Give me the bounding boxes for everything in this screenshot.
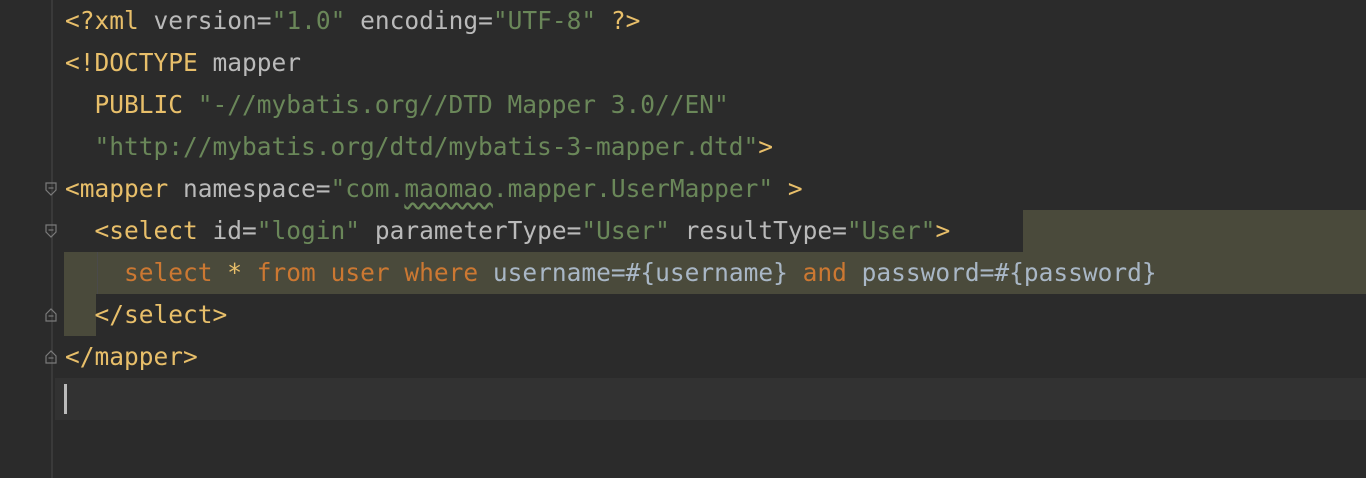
code-token: </select> <box>65 300 228 329</box>
code-token: > <box>935 216 951 245</box>
code-editor[interactable]: <?xml version="1.0" encoding="UTF-8" ?> <… <box>0 0 1366 478</box>
code-line-text: PUBLIC "-//mybatis.org//DTD Mapper 3.0//… <box>65 84 729 126</box>
code-token: </mapper> <box>65 342 198 371</box>
code-token: id <box>212 216 243 245</box>
code-line-text: <mapper namespace="com.maomao.mapper.Use… <box>65 168 803 210</box>
code-token: = <box>242 216 257 245</box>
code-token: version <box>153 6 257 35</box>
code-token: = <box>256 6 272 35</box>
code-token: resultType <box>684 216 833 245</box>
code-token: username=#{username} <box>478 258 803 287</box>
code-token: <mapper <box>65 174 184 203</box>
code-token: "User" <box>846 216 936 245</box>
fold-open-icon[interactable] <box>44 224 58 238</box>
code-line[interactable]: <select id="login" parameterType="User" … <box>0 210 1366 252</box>
code-token: "http://mybatis.org/dtd/mybatis-3-mapper… <box>65 132 759 161</box>
code-line-text: </select> <box>65 294 228 336</box>
code-token: "UTF-8" <box>492 6 597 35</box>
code-line-text: select * from user where username=#{user… <box>65 252 1157 294</box>
code-token: "login" <box>256 216 361 245</box>
code-token: where <box>404 258 479 287</box>
code-line[interactable] <box>0 378 1366 420</box>
code-token: namespace <box>183 174 316 203</box>
text-caret <box>64 384 67 414</box>
code-token: * <box>212 258 257 287</box>
code-token: = <box>832 216 847 245</box>
code-line-text: <!DOCTYPE mapper <box>65 42 301 84</box>
code-line[interactable]: select * from user where username=#{user… <box>0 252 1366 294</box>
code-token: "-//mybatis.org//DTD Mapper 3.0//EN" <box>197 90 729 119</box>
code-token: maomao <box>404 174 493 203</box>
code-token: "com. <box>330 174 405 203</box>
code-token: PUBLIC <box>65 90 198 119</box>
code-line-text: "http://mybatis.org/dtd/mybatis-3-mapper… <box>65 126 774 168</box>
code-token: and <box>802 258 847 287</box>
fold-close-icon[interactable] <box>44 350 58 364</box>
code-line[interactable]: </select> <box>0 294 1366 336</box>
fold-open-icon[interactable] <box>44 182 58 196</box>
code-token: = <box>566 216 582 245</box>
code-token: encoding <box>360 6 479 35</box>
code-token: parameterType <box>374 216 567 245</box>
code-token: select <box>65 258 213 287</box>
code-token: .mapper.UserMapper" <box>492 174 774 203</box>
code-token: <select <box>65 216 213 245</box>
code-token: user <box>330 258 390 287</box>
code-token: <? <box>65 6 95 35</box>
code-token: = <box>478 6 493 35</box>
code-token: from <box>256 258 316 287</box>
code-token: > <box>773 174 803 203</box>
code-token: password=#{password} <box>846 258 1157 287</box>
code-line-text: <?xml version="1.0" encoding="UTF-8" ?> <box>65 0 640 42</box>
code-token: > <box>758 132 774 161</box>
fold-close-icon[interactable] <box>44 308 58 322</box>
code-line[interactable]: <!DOCTYPE mapper <box>0 42 1366 84</box>
code-token: "User" <box>581 216 670 245</box>
code-token: <!DOCTYPE <box>65 48 213 77</box>
code-token: xml <box>94 6 154 35</box>
code-token: ?> <box>596 6 641 35</box>
code-token: = <box>315 174 331 203</box>
code-line[interactable]: PUBLIC "-//mybatis.org//DTD Mapper 3.0//… <box>0 84 1366 126</box>
code-token: "1.0" <box>271 6 346 35</box>
code-line-text: <select id="login" parameterType="User" … <box>65 210 951 252</box>
code-line[interactable]: <mapper namespace="com.maomao.mapper.Use… <box>0 168 1366 210</box>
code-line[interactable]: <?xml version="1.0" encoding="UTF-8" ?> <box>0 0 1366 42</box>
code-token: mapper <box>212 48 302 77</box>
code-line[interactable]: </mapper> <box>0 336 1366 378</box>
code-line[interactable]: "http://mybatis.org/dtd/mybatis-3-mapper… <box>0 126 1366 168</box>
code-line-text: </mapper> <box>65 336 198 378</box>
